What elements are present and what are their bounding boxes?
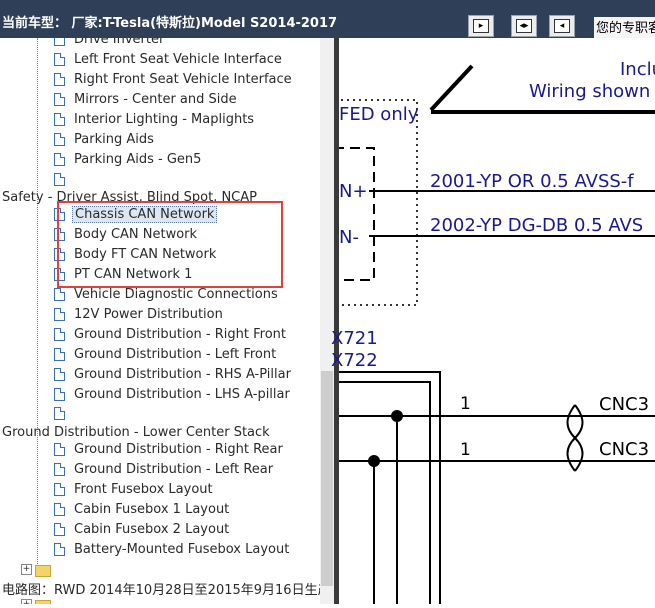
document-icon bbox=[54, 388, 65, 401]
tree-item[interactable]: Cabin Fusebox 2 Layout bbox=[54, 520, 229, 540]
wiring-diagram: Inclu Wiring shown FED only N+ N- 2001-Y… bbox=[328, 38, 655, 608]
tree-item[interactable]: Parking Aids bbox=[54, 130, 154, 150]
document-icon bbox=[54, 503, 65, 516]
tree-item[interactable]: Ground Distribution - Left Rear bbox=[54, 460, 273, 480]
splice-dot bbox=[391, 410, 403, 422]
scrollbar-thumb[interactable] bbox=[321, 371, 333, 586]
split-view-button[interactable]: ◂▸ bbox=[511, 15, 537, 37]
wire-label: 2002-YP DG-DB 0.5 AVS bbox=[430, 215, 644, 236]
document-icon bbox=[54, 133, 65, 146]
document-icon bbox=[54, 348, 65, 361]
collapse-right-button[interactable]: ◂ bbox=[549, 15, 575, 37]
note-text: Wiring shown bbox=[529, 81, 651, 102]
panel-right-icon: ◂ bbox=[554, 19, 570, 33]
vehicle-title: 当前车型： 厂家:T-Tesla(特斯拉)Model S2014-2017 bbox=[2, 16, 338, 31]
tree-item[interactable]: Interior Lighting - Maplights bbox=[54, 110, 254, 130]
tree-item[interactable]: Front Fusebox Layout bbox=[54, 480, 213, 500]
document-icon bbox=[54, 53, 65, 66]
leader-line bbox=[429, 64, 474, 112]
top-bar: 当前车型： 厂家:T-Tesla(特斯拉)Model S2014-2017 ▸ … bbox=[0, 0, 655, 38]
wire-label: 2001-YP OR 0.5 AVSS-f bbox=[430, 171, 634, 192]
tree-item[interactable]: Vehicle Diagnostic Connections bbox=[54, 285, 278, 305]
document-icon bbox=[54, 93, 65, 106]
document-icon bbox=[54, 308, 65, 321]
panel-left-icon: ▸ bbox=[473, 19, 489, 33]
document-icon bbox=[54, 38, 65, 46]
collapse-left-button[interactable]: ▸ bbox=[468, 15, 494, 37]
folder-icon bbox=[35, 600, 51, 604]
document-icon bbox=[54, 113, 65, 126]
tree-item[interactable]: Ground Distribution - Right Front bbox=[54, 325, 286, 345]
cnc-label: CNC3 bbox=[599, 394, 650, 415]
document-icon bbox=[54, 483, 65, 496]
document-icon bbox=[54, 328, 65, 341]
circuit-status-text: 电路图：RWD 2014年10月28日至2015年9月16日生产 bbox=[2, 583, 320, 598]
connector-outline bbox=[333, 371, 441, 608]
dashed-connector bbox=[334, 147, 375, 281]
tree-item[interactable]: Ground Distribution - LHS A-pillar bbox=[54, 385, 290, 405]
tree-item[interactable]: Parking Aids - Gen5 bbox=[54, 150, 201, 170]
document-icon bbox=[54, 407, 65, 420]
document-icon bbox=[54, 173, 65, 186]
tree-item[interactable]: Ground Distribution - Left Front bbox=[54, 345, 276, 365]
document-icon bbox=[54, 443, 65, 456]
document-icon bbox=[54, 463, 65, 476]
pin-label: N- bbox=[339, 227, 359, 248]
cnc-label: CNC3 bbox=[599, 439, 650, 460]
document-icon bbox=[54, 368, 65, 381]
tree-item[interactable]: Mirrors - Center and Side bbox=[54, 90, 237, 110]
tree-item[interactable]: 12V Power Distribution bbox=[54, 305, 223, 325]
document-icon bbox=[54, 543, 65, 556]
pin-number: 1 bbox=[460, 440, 471, 460]
splice-dot bbox=[368, 455, 380, 467]
annotation-highlight-box bbox=[57, 201, 283, 288]
document-icon bbox=[54, 153, 65, 166]
circuit-tree: Drive Inverter Left Front Seat Vehicle I… bbox=[0, 38, 320, 604]
tree-item[interactable]: Drive Inverter bbox=[54, 38, 164, 50]
expand-icon[interactable]: + bbox=[21, 599, 32, 604]
dotted-boundary bbox=[328, 99, 418, 306]
document-icon bbox=[54, 523, 65, 536]
tree-guide-line bbox=[37, 38, 38, 568]
folder-icon bbox=[35, 565, 51, 577]
tree-item[interactable]: Right Front Seat Vehicle Interface bbox=[54, 70, 292, 90]
support-text: 您的专职客 bbox=[594, 17, 655, 38]
fed-only-label: FED only bbox=[339, 104, 419, 125]
expand-icon[interactable]: + bbox=[21, 564, 32, 575]
pin-label: N+ bbox=[339, 181, 368, 202]
tree-item[interactable]: Left Front Seat Vehicle Interface bbox=[54, 50, 282, 70]
note-text: Inclu bbox=[620, 59, 655, 80]
connector-label: X722 bbox=[331, 350, 378, 371]
tree-item[interactable]: Ground Distribution - RHS A-Pillar bbox=[54, 365, 291, 385]
tree-scrollbar[interactable] bbox=[320, 38, 334, 604]
tree-item[interactable]: Cabin Fusebox 1 Layout bbox=[54, 500, 229, 520]
document-icon bbox=[54, 73, 65, 86]
connector-label: X721 bbox=[331, 328, 378, 349]
pin-number: 1 bbox=[460, 394, 471, 414]
tree-item[interactable]: Ground Distribution - Right Rear bbox=[54, 440, 283, 460]
tree-item[interactable]: Battery-Mounted Fusebox Layout bbox=[54, 540, 289, 560]
document-icon bbox=[54, 288, 65, 301]
panel-split-icon: ◂▸ bbox=[516, 19, 532, 33]
